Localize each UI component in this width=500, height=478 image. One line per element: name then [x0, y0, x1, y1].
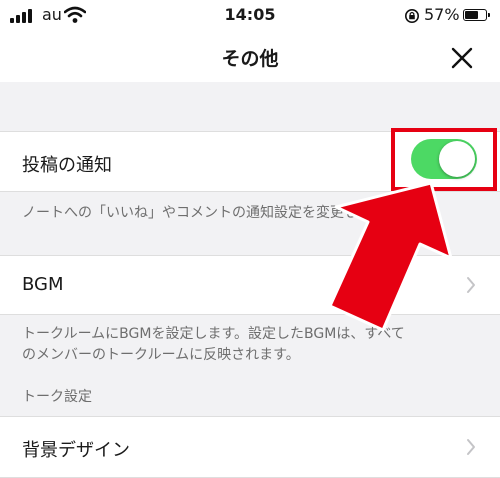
red-arrow-icon — [328, 181, 453, 332]
